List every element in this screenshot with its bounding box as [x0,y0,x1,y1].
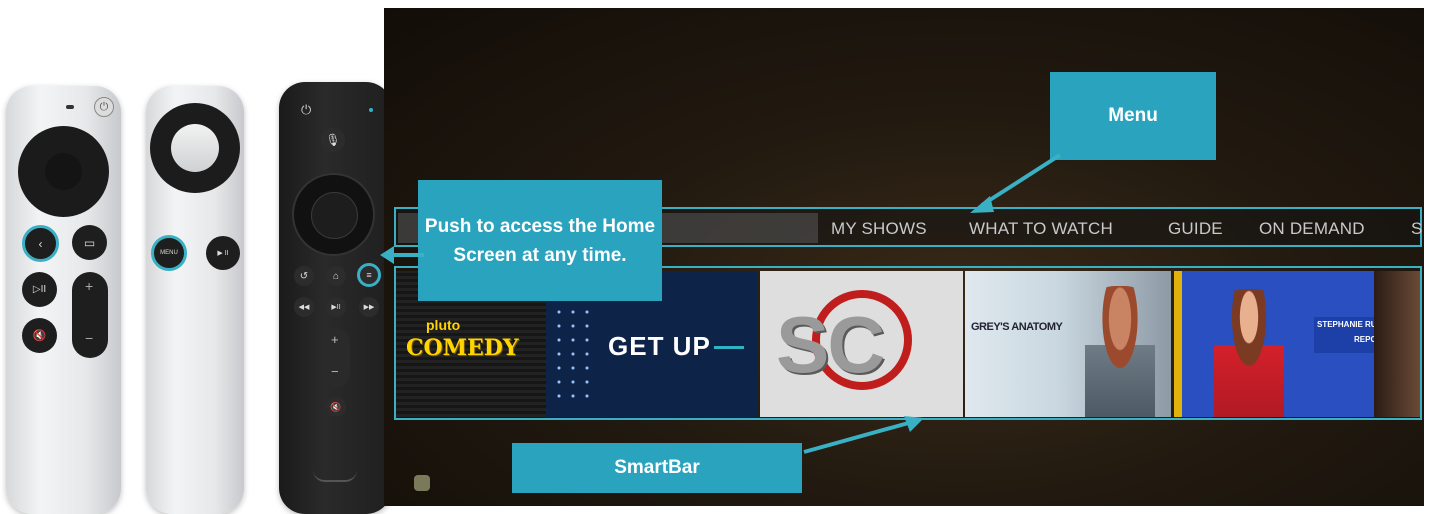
smartbar-callout: SmartBar [512,443,802,493]
get-up-line [714,346,744,349]
actor-portrait [1085,286,1155,417]
back-button[interactable]: ‹ [22,225,59,262]
tile-dots [552,291,592,401]
menu-item-guide[interactable]: GUIDE [1168,219,1223,239]
amazon-smile-logo [313,470,357,482]
navigation-ring[interactable] [292,173,375,256]
tile-greys-anatomy[interactable]: GREY'S ANATOMY [965,271,1171,417]
clickwheel-center[interactable] [171,124,219,172]
home-button[interactable]: ⌂ [326,266,346,286]
menu-button[interactable]: MENU [151,235,187,271]
fast-forward-button[interactable]: ▶▶ [359,297,379,317]
clickpad[interactable] [18,126,109,217]
select-button[interactable] [311,192,358,239]
menu-callout-arrow [970,153,1062,213]
volume-down[interactable]: − [331,364,339,379]
greys-anatomy-title: GREY'S ANATOMY [971,321,1063,333]
status-led [66,105,74,109]
volume-up[interactable]: + [331,332,339,347]
voice-button[interactable]: 🎙 [321,128,345,152]
volume-down[interactable]: − [85,330,93,346]
mute-button[interactable]: 🔇 [22,318,57,353]
pluto-logo-text: pluto [426,317,461,333]
fire-tv-remote: ⏻ 🎙 ↺ ⌂ ≡ ◀◀ ▶II ▶▶ + − 🔇 [279,82,392,514]
tile-sportscenter[interactable]: SC [760,271,963,417]
power-icon[interactable]: ⏻ [301,102,311,118]
led-indicator [369,108,373,112]
menu-item-on-demand[interactable]: ON DEMAND [1259,219,1365,239]
play-pause-button[interactable]: ▷II [22,272,57,307]
smartbar-callout-arrow [803,416,924,454]
siri-remote: ⏻ ‹ ▭ ▷II + − 🔇 [6,86,121,514]
volume-rocker[interactable]: + − [72,272,108,358]
volume-rocker[interactable]: + − [322,328,350,388]
get-up-title: GET UP [608,331,711,361]
mute-button[interactable]: 🔇 [326,397,346,417]
home-callout-arrow [380,246,424,264]
next-tile-peek [1374,271,1420,417]
menu-item-my-shows[interactable]: MY SHOWS [831,219,927,239]
tile-stephanie-ruhle[interactable]: STEPHANIE RUHLE REPORTS [1174,271,1420,417]
anchor-portrait [1214,289,1284,417]
tv-button[interactable]: ▭ [72,225,107,260]
comedy-label: COMEDY [406,335,519,361]
apple-tv-remote: MENU ▶ II [146,86,244,514]
rewind-button[interactable]: ◀◀ [294,297,314,317]
clickwheel[interactable] [150,103,240,193]
menu-item-more[interactable]: S [1411,219,1423,239]
back-button[interactable]: ↺ [294,266,314,286]
sc-logo-text: SC [776,300,885,389]
clickpad-center[interactable] [45,153,82,190]
power-button[interactable]: ⏻ [94,97,114,117]
home-screen-callout: Push to access the Home Screen at any ti… [418,180,662,301]
play-pause-button[interactable]: ▶II [326,297,346,317]
menu-callout: Menu [1050,72,1216,160]
menu-item-what-to-watch[interactable]: WHAT TO WATCH [969,219,1113,239]
tivo-logo-icon [414,475,430,491]
volume-up[interactable]: + [85,278,93,294]
play-button[interactable]: ▶ II [206,236,240,270]
